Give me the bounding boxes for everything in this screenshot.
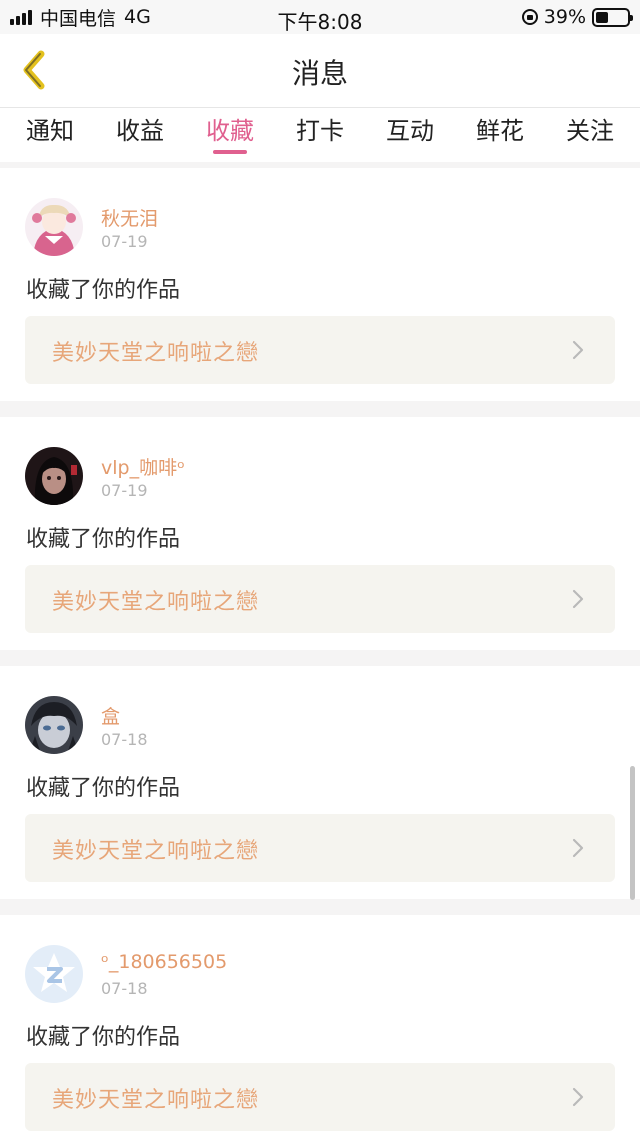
username[interactable]: ᵒ_180656505 [101,951,227,973]
action-text: 收藏了你的作品 [26,278,181,303]
work-title: 美妙天堂之响啦之戀 [52,590,260,615]
anime-girl-avatar-icon [25,198,83,256]
action-text: 收藏了你的作品 [26,527,181,552]
date: 07-19 [101,232,148,251]
avatar[interactable] [25,198,83,256]
username[interactable]: vlp_咖啡ᵒ [101,453,185,480]
username[interactable]: 秋无泪 [101,204,158,231]
scrollbar[interactable] [630,766,635,900]
rotation-lock-icon [521,9,538,25]
tab-following[interactable]: 关注 [566,108,614,162]
message-list: 秋无泪 07-19 收藏了你的作品 美妙天堂之响啦之戀 vlp_咖啡ᵒ 07-1… [0,162,640,1139]
tab-checkin[interactable]: 打卡 [296,108,344,162]
work-link[interactable]: 美妙天堂之响啦之戀 [25,565,615,633]
action-text: 收藏了你的作品 [26,776,181,801]
date: 07-18 [101,979,148,998]
list-item: 盒 07-18 收藏了你的作品 美妙天堂之响啦之戀 [0,666,640,899]
list-item: vlp_咖啡ᵒ 07-19 收藏了你的作品 美妙天堂之响啦之戀 [0,417,640,650]
page-title: 消息 [291,57,348,90]
tab-favorites[interactable]: 收藏 [206,108,254,162]
chevron-right-icon [572,340,584,360]
tab-interactions[interactable]: 互动 [386,108,434,162]
work-title: 美妙天堂之响啦之戀 [52,341,260,366]
dark-portrait-avatar-icon [25,447,83,505]
battery-percent: 39% [543,6,586,28]
chevron-right-icon [572,589,584,609]
status-bar: 中国电信 4G 下午8:08 39% [0,0,640,34]
chevron-right-icon [572,1087,584,1107]
tab-earnings[interactable]: 收益 [116,108,164,162]
navigation-bar: 消息 [0,34,640,108]
status-right: 39% [521,6,633,28]
avatar[interactable] [25,447,83,505]
tab-flowers[interactable]: 鲜花 [476,108,524,162]
date: 07-18 [101,730,148,749]
username[interactable]: 盒 [101,702,120,729]
default-qq-avatar-icon [25,945,83,1003]
list-item: 秋无泪 07-19 收藏了你的作品 美妙天堂之响啦之戀 [0,168,640,401]
gothic-portrait-avatar-icon [25,696,83,754]
work-link[interactable]: 美妙天堂之响啦之戀 [25,316,615,384]
list-item: ᵒ_180656505 07-18 收藏了你的作品 美妙天堂之响啦之戀 [0,915,640,1139]
tab-bar: 通知 收益 收藏 打卡 互动 鲜花 关注 [0,108,640,162]
action-text: 收藏了你的作品 [26,1025,181,1050]
chevron-right-icon [572,838,584,858]
work-link[interactable]: 美妙天堂之响啦之戀 [25,814,615,882]
avatar[interactable] [25,696,83,754]
work-title: 美妙天堂之响啦之戀 [52,1088,260,1113]
tab-notifications[interactable]: 通知 [26,108,74,162]
work-link[interactable]: 美妙天堂之响啦之戀 [25,1063,615,1131]
date: 07-19 [101,481,148,500]
work-title: 美妙天堂之响啦之戀 [52,839,260,864]
battery-icon [592,7,633,27]
avatar[interactable] [25,945,83,1003]
